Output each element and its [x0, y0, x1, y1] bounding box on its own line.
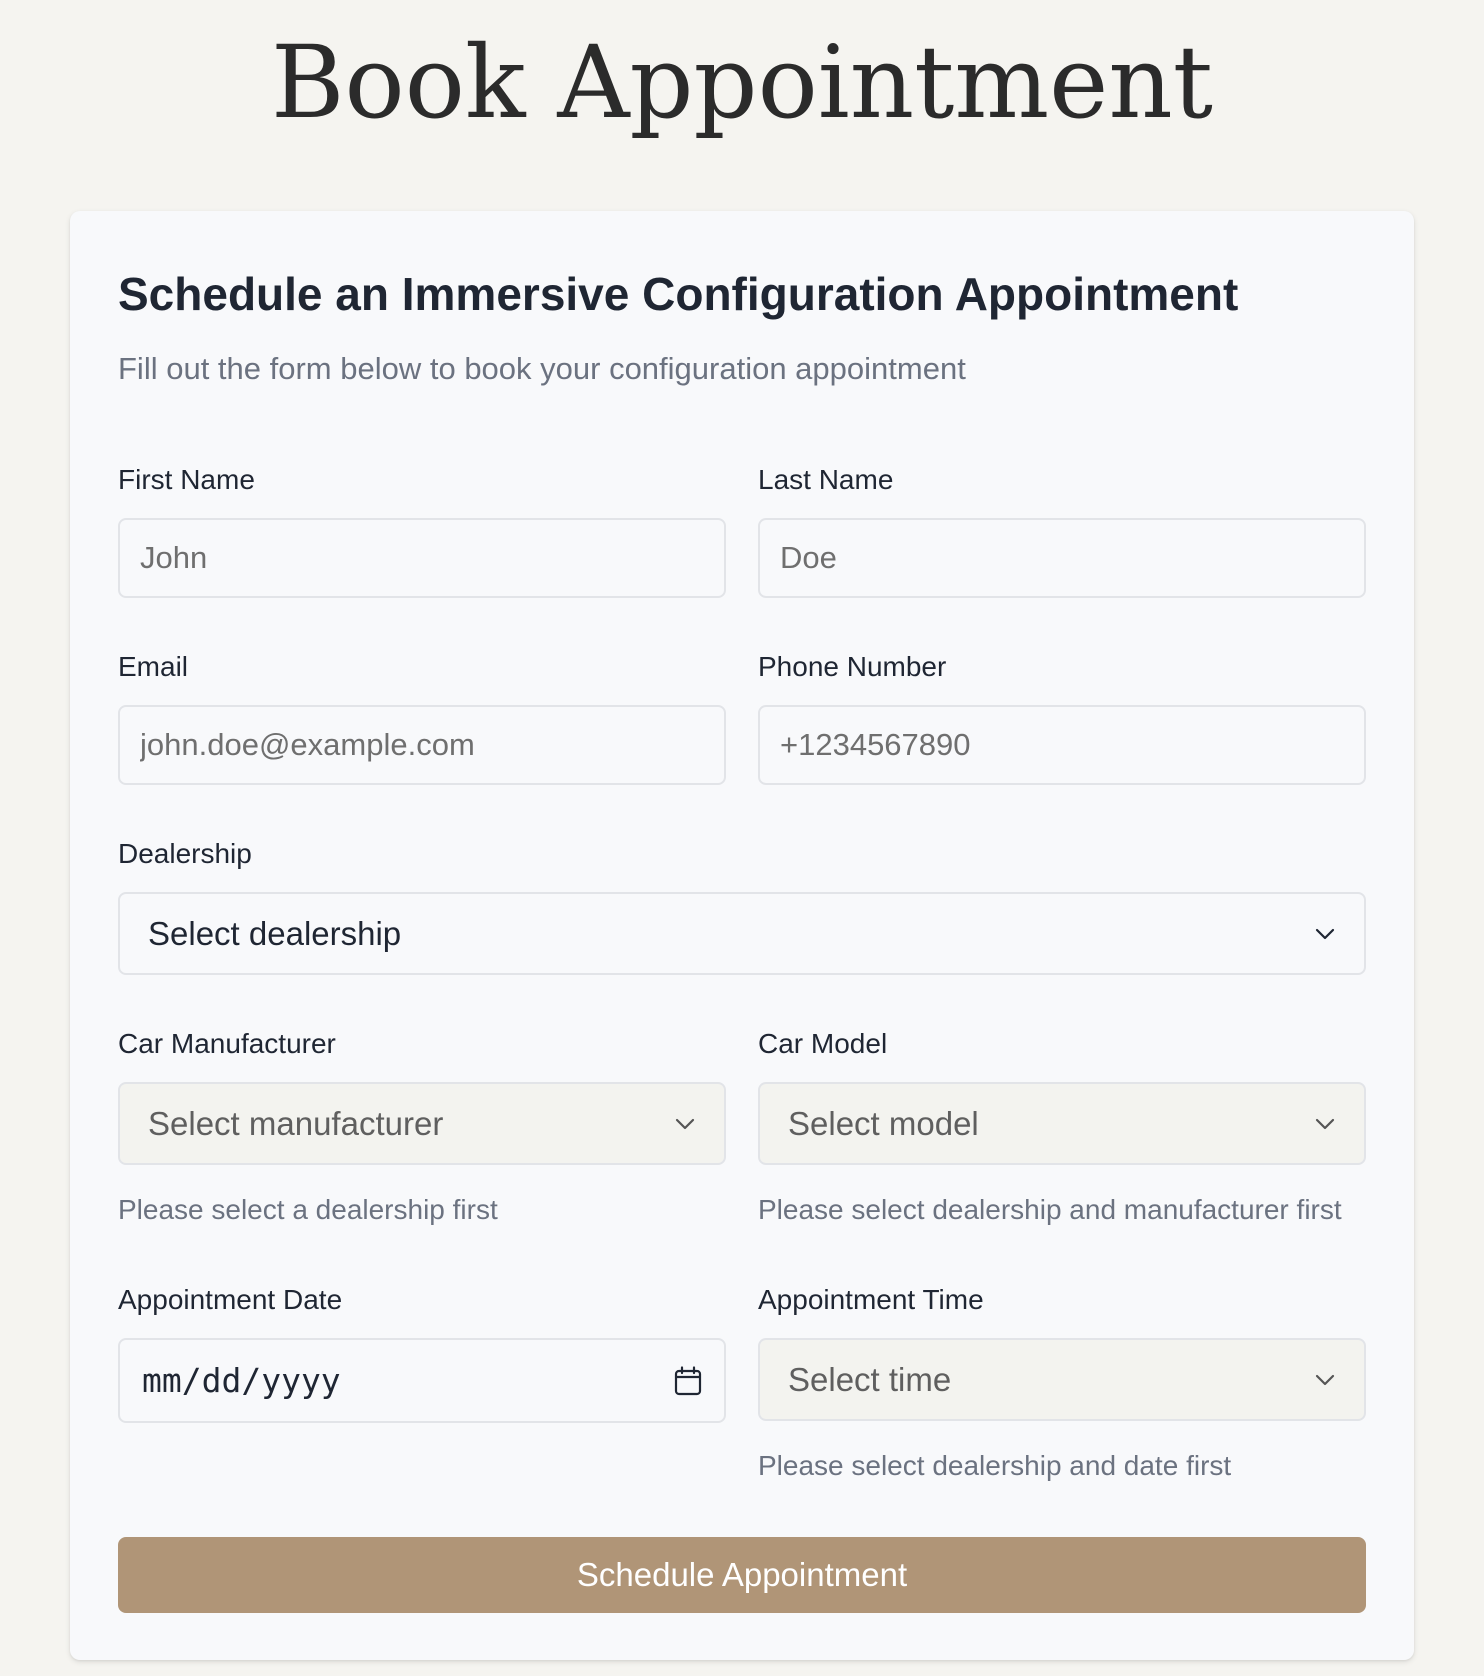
appointment-date-placeholder: mm/dd/yyyy: [142, 1361, 341, 1400]
appointment-time-help: Please select dealership and date first: [758, 1450, 1232, 1481]
car-manufacturer-label: Car Manufacturer: [118, 1028, 336, 1059]
page-title: Book Appointment: [271, 24, 1213, 141]
phone-input[interactable]: [758, 705, 1366, 785]
chevron-down-icon: [1314, 927, 1336, 941]
phone-label: Phone Number: [758, 651, 947, 682]
form-subtitle: Fill out the form below to book your con…: [118, 351, 966, 386]
car-model-select[interactable]: Select model: [758, 1082, 1366, 1165]
last-name-input[interactable]: [758, 518, 1366, 598]
first-name-label: First Name: [118, 464, 255, 495]
appointment-time-select-value: Select time: [788, 1360, 952, 1398]
schedule-appointment-button[interactable]: Schedule Appointment: [118, 1537, 1366, 1613]
appointment-time-label: Appointment Time: [758, 1284, 984, 1315]
form-title: Schedule an Immersive Configuration Appo…: [118, 268, 1239, 320]
car-model-select-value: Select model: [788, 1104, 979, 1142]
chevron-down-icon: [674, 1117, 696, 1131]
chevron-down-icon: [1314, 1373, 1336, 1387]
car-manufacturer-help: Please select a dealership first: [118, 1194, 498, 1225]
email-input[interactable]: [118, 705, 726, 785]
car-model-help: Please select dealership and manufacture…: [758, 1194, 1342, 1225]
chevron-down-icon: [1314, 1117, 1336, 1131]
appointment-date-input[interactable]: mm/dd/yyyy: [118, 1338, 726, 1423]
car-manufacturer-select[interactable]: Select manufacturer: [118, 1082, 726, 1165]
appointment-time-select[interactable]: Select time: [758, 1338, 1366, 1421]
dealership-select-value: Select dealership: [148, 914, 402, 952]
first-name-input[interactable]: [118, 518, 726, 598]
car-model-label: Car Model: [758, 1028, 888, 1059]
dealership-select[interactable]: Select dealership: [118, 892, 1366, 975]
car-manufacturer-select-value: Select manufacturer: [148, 1104, 444, 1142]
dealership-label: Dealership: [118, 838, 252, 869]
appointment-form-card: Schedule an Immersive Configuration Appo…: [70, 211, 1414, 1660]
appointment-date-label: Appointment Date: [118, 1284, 343, 1315]
email-label: Email: [118, 651, 189, 682]
calendar-icon[interactable]: [674, 1365, 702, 1396]
last-name-label: Last Name: [758, 464, 894, 495]
